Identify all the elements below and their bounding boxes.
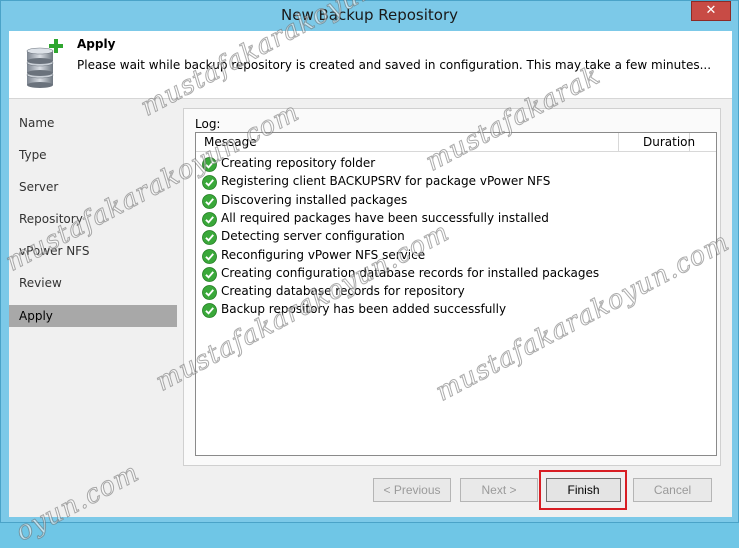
log-row[interactable]: Reconfiguring vPower NFS service xyxy=(202,247,612,265)
log-message: Creating configuration database records … xyxy=(221,265,600,280)
column-message[interactable]: Message xyxy=(204,135,257,149)
step-apply[interactable]: Apply xyxy=(9,305,177,327)
log-row[interactable]: Discovering installed packages xyxy=(202,192,612,210)
log-label: Log: xyxy=(195,117,221,131)
wizard-window: New Backup Repository ✕ Apply Please wai… xyxy=(0,0,739,548)
success-check-icon xyxy=(202,211,217,227)
step-name[interactable]: Name xyxy=(9,112,177,134)
log-row[interactable]: All required packages have been successf… xyxy=(202,210,612,228)
step-server[interactable]: Server xyxy=(9,176,177,198)
title-bar[interactable]: New Backup Repository ✕ xyxy=(1,1,738,31)
log-message: Discovering installed packages xyxy=(221,192,408,207)
log-list[interactable]: Message Duration Creating repository fol… xyxy=(195,132,717,456)
success-check-icon xyxy=(202,175,217,191)
log-row[interactable]: Creating repository folder xyxy=(202,155,612,173)
log-message: Creating repository folder xyxy=(221,156,376,170)
cancel-button[interactable]: Cancel xyxy=(633,478,712,502)
log-message: Detecting server configuration xyxy=(221,229,405,244)
wizard-steps: Name Type Server Repository vPower NFS R… xyxy=(9,100,181,517)
success-check-icon xyxy=(202,193,217,209)
success-check-icon xyxy=(202,157,217,172)
column-duration[interactable]: Duration xyxy=(618,133,695,152)
step-repository[interactable]: Repository xyxy=(9,208,177,230)
success-check-icon xyxy=(202,230,217,246)
success-check-icon xyxy=(202,248,217,264)
log-row[interactable]: Registering client BACKUPSRV for package… xyxy=(202,173,612,191)
log-row[interactable]: Detecting server configuration xyxy=(202,228,612,246)
database-add-icon xyxy=(26,39,63,88)
close-icon: ✕ xyxy=(705,3,717,18)
step-type[interactable]: Type xyxy=(9,144,177,166)
step-description: Please wait while backup repository is c… xyxy=(77,58,712,72)
log-row[interactable]: Creating database records for repository xyxy=(202,283,612,301)
success-check-icon xyxy=(202,303,217,319)
close-button[interactable]: ✕ xyxy=(691,1,731,21)
log-row[interactable]: Backup repository has been added success… xyxy=(202,301,612,319)
success-check-icon xyxy=(202,266,217,282)
step-vpower-nfs[interactable]: vPower NFS xyxy=(9,240,177,262)
finish-button[interactable]: Finish xyxy=(546,478,621,502)
log-message: Reconfiguring vPower NFS service xyxy=(221,247,426,262)
step-title: Apply xyxy=(77,37,116,51)
log-message: Creating database records for repository xyxy=(221,284,465,299)
wizard-header: Apply Please wait while backup repositor… xyxy=(9,31,732,99)
next-button[interactable]: Next > xyxy=(460,478,538,502)
log-message: Backup repository has been added success… xyxy=(221,302,507,317)
log-header: Message Duration xyxy=(196,133,716,152)
window-title: New Backup Repository xyxy=(281,6,458,24)
log-row[interactable]: Creating configuration database records … xyxy=(202,265,612,283)
previous-button[interactable]: < Previous xyxy=(373,478,451,502)
step-review[interactable]: Review xyxy=(9,272,177,294)
log-message: All required packages have been successf… xyxy=(221,210,549,225)
step-content: Log: Message Duration Creating repositor… xyxy=(181,100,732,517)
dialog-client: Apply Please wait while backup repositor… xyxy=(9,31,732,517)
log-message: Registering client BACKUPSRV for package… xyxy=(221,174,551,189)
success-check-icon xyxy=(202,285,217,300)
